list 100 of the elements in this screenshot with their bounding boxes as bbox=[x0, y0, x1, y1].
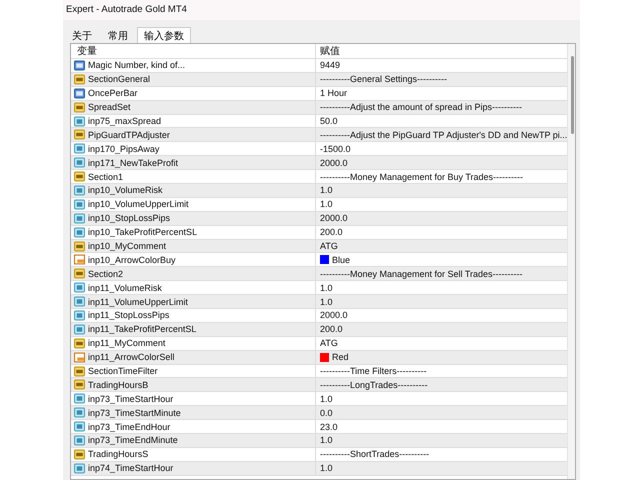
color-type-icon bbox=[74, 254, 85, 266]
text-type-icon bbox=[74, 102, 85, 113]
table-row[interactable]: inp10_StopLossPips 2000.0 bbox=[71, 212, 568, 226]
parameter-name: Section1 bbox=[88, 172, 124, 182]
parameter-name: inp11_VolumeRisk bbox=[88, 282, 162, 293]
parameter-value: 1.0 bbox=[320, 282, 333, 293]
int-type-icon bbox=[74, 88, 85, 99]
table-row[interactable]: inp73_TimeEndMinute 1.0 bbox=[71, 434, 568, 448]
table-row[interactable]: TradingHoursB ----------LongTrades---------- bbox=[71, 378, 568, 392]
parameter-name: TradingHoursS bbox=[88, 449, 148, 460]
decimal-type-icon bbox=[74, 310, 85, 321]
parameter-name: SpreadSet bbox=[88, 102, 131, 112]
parameter-value: ----------LongTrades---------- bbox=[320, 380, 428, 390]
parameter-name: inp11_TakeProfitPercentSL bbox=[88, 324, 196, 334]
parameter-name: inp73_TimeEndHour bbox=[88, 422, 170, 432]
parameter-name: Magic Number, kind of... bbox=[88, 60, 186, 70]
text-type-icon bbox=[74, 74, 85, 85]
decimal-type-icon bbox=[74, 226, 85, 238]
parameter-value: 1.0 bbox=[320, 185, 333, 196]
parameter-value: ----------Money Management for Sell Trades---------- bbox=[320, 268, 523, 279]
parameter-name: inp73_TimeStartHour bbox=[88, 394, 174, 404]
parameter-value: ----------Time Filters---------- bbox=[320, 366, 427, 376]
parameter-value: Blue bbox=[332, 254, 350, 265]
parameter-name: inp10_VolumeUpperLimit bbox=[88, 199, 189, 210]
table-row[interactable]: inp11_ArrowColorSell Red bbox=[71, 350, 568, 365]
parameter-name: inp171_NewTakeProfit bbox=[88, 158, 178, 168]
parameter-value: 200.0 bbox=[320, 227, 343, 238]
parameter-name: SectionGeneral bbox=[88, 74, 150, 84]
parameter-name: inp170_PipsAway bbox=[88, 144, 160, 154]
parameter-value: 0.0 bbox=[320, 408, 333, 418]
text-type-icon bbox=[74, 448, 85, 460]
column-header: 赋值 bbox=[319, 44, 341, 58]
parameter-value: 1.0 bbox=[320, 296, 333, 307]
parameter-value: 200.0 bbox=[320, 324, 343, 334]
parameter-value: 2000.0 bbox=[320, 310, 348, 320]
parameter-name: inp11_MyComment bbox=[88, 338, 166, 348]
tab[interactable]: 关于 bbox=[65, 27, 99, 43]
decimal-type-icon bbox=[74, 116, 85, 126]
parameter-name: inp11_StopLossPips bbox=[88, 310, 170, 320]
decimal-type-icon bbox=[74, 462, 85, 474]
parameter-name: Section2 bbox=[88, 268, 124, 279]
parameter-name: inp10_StopLossPips bbox=[88, 213, 170, 224]
color-type-icon bbox=[74, 352, 85, 363]
window-title: Expert - Autotrade Gold MT4 bbox=[63, 0, 580, 20]
decimal-type-icon bbox=[74, 198, 85, 210]
parameter-name: inp73_TimeStartMinute bbox=[88, 408, 181, 418]
table-row[interactable]: SpreadSet ----------Adjust the amount of spread in Pips---------- bbox=[71, 100, 568, 115]
parameter-name: inp10_ArrowColorBuy bbox=[88, 254, 176, 265]
table-row[interactable]: SectionGeneral ----------General Settings---------- bbox=[71, 72, 568, 87]
parameter-value: 1.0 bbox=[320, 199, 333, 210]
table-row[interactable]: inp11_TakeProfitPercentSL 200.0 bbox=[71, 322, 568, 337]
scrollbar[interactable] bbox=[567, 44, 575, 479]
parameter-name: inp10_VolumeRisk bbox=[88, 185, 163, 196]
parameter-name: inp73_TimeEndMinute bbox=[88, 435, 178, 446]
parameter-value: ----------Money Management for Buy Trades---------- bbox=[320, 172, 524, 182]
table-row[interactable]: inp73_TimeStartMinute 0.0 bbox=[71, 406, 568, 420]
parameter-value: 1 Hour bbox=[320, 88, 348, 98]
table-row[interactable]: inp10_VolumeRisk 1.0 bbox=[71, 184, 568, 198]
text-type-icon bbox=[74, 129, 85, 140]
table-row[interactable]: PipGuardTPAdjuster ----------Adjust the PipGuard TP Adjuster's DD and NewTP pi... bbox=[71, 128, 568, 142]
parameter-value: 2000.0 bbox=[320, 158, 348, 168]
table-row[interactable]: inp10_MyComment ATG bbox=[71, 240, 568, 254]
column-header: 变量 bbox=[71, 44, 316, 58]
decimal-type-icon bbox=[74, 143, 85, 154]
parameter-name: inp11_VolumeUpperLimit bbox=[88, 296, 188, 307]
parameter-name: inp10_TakeProfitPercentSL bbox=[88, 227, 198, 238]
parameter-value: 23.0 bbox=[320, 422, 338, 432]
table-row[interactable]: inp171_NewTakeProfit 2000.0 bbox=[71, 156, 568, 170]
parameter-name: inp74_TimeStartHour bbox=[88, 463, 174, 474]
decimal-type-icon bbox=[74, 282, 85, 294]
decimal-type-icon bbox=[74, 421, 85, 432]
text-type-icon bbox=[74, 240, 85, 252]
decimal-type-icon bbox=[74, 324, 85, 335]
table-row[interactable]: inp74_TimeStartHour 1.0 bbox=[71, 462, 568, 476]
parameter-name: SectionTimeFilter bbox=[88, 366, 158, 376]
parameter-value: 1.0 bbox=[320, 463, 333, 474]
parameter-name: PipGuardTPAdjuster bbox=[88, 130, 170, 140]
scrollbar-thumb[interactable] bbox=[571, 56, 574, 134]
table-row[interactable]: inp11_VolumeUpperLimit 1.0 bbox=[71, 295, 568, 310]
decimal-type-icon bbox=[74, 184, 85, 196]
decimal-type-icon bbox=[74, 434, 85, 446]
parameter-name: inp10_MyComment bbox=[88, 241, 166, 252]
tab[interactable]: 常用 bbox=[101, 27, 135, 43]
parameter-value: ----------Adjust the PipGuard TP Adjuster's DD and NewTP pi... bbox=[320, 130, 568, 140]
tab[interactable]: 输入参数 bbox=[137, 27, 191, 43]
parameter-value: 1.0 bbox=[320, 394, 333, 404]
parameter-value: 50.0 bbox=[320, 116, 338, 126]
decimal-type-icon bbox=[74, 157, 85, 168]
parameter-value: ----------General Settings---------- bbox=[320, 74, 447, 84]
text-type-icon bbox=[74, 379, 85, 390]
decimal-type-icon bbox=[74, 212, 85, 224]
parameter-value: ----------ShortTrades---------- bbox=[320, 449, 430, 460]
parameter-name: OncePerBar bbox=[88, 88, 138, 98]
parameter-value: 9449 bbox=[320, 60, 340, 70]
table-row[interactable]: Section2 ----------Money Management for Sell Trades---------- bbox=[71, 267, 568, 282]
decimal-type-icon bbox=[74, 296, 85, 308]
text-type-icon bbox=[74, 366, 85, 377]
parameter-value: ----------Adjust the amount of spread in Pips---------- bbox=[320, 102, 522, 112]
parameter-name: inp11_ArrowColorSell bbox=[88, 352, 174, 362]
parameter-value: Red bbox=[332, 352, 349, 362]
